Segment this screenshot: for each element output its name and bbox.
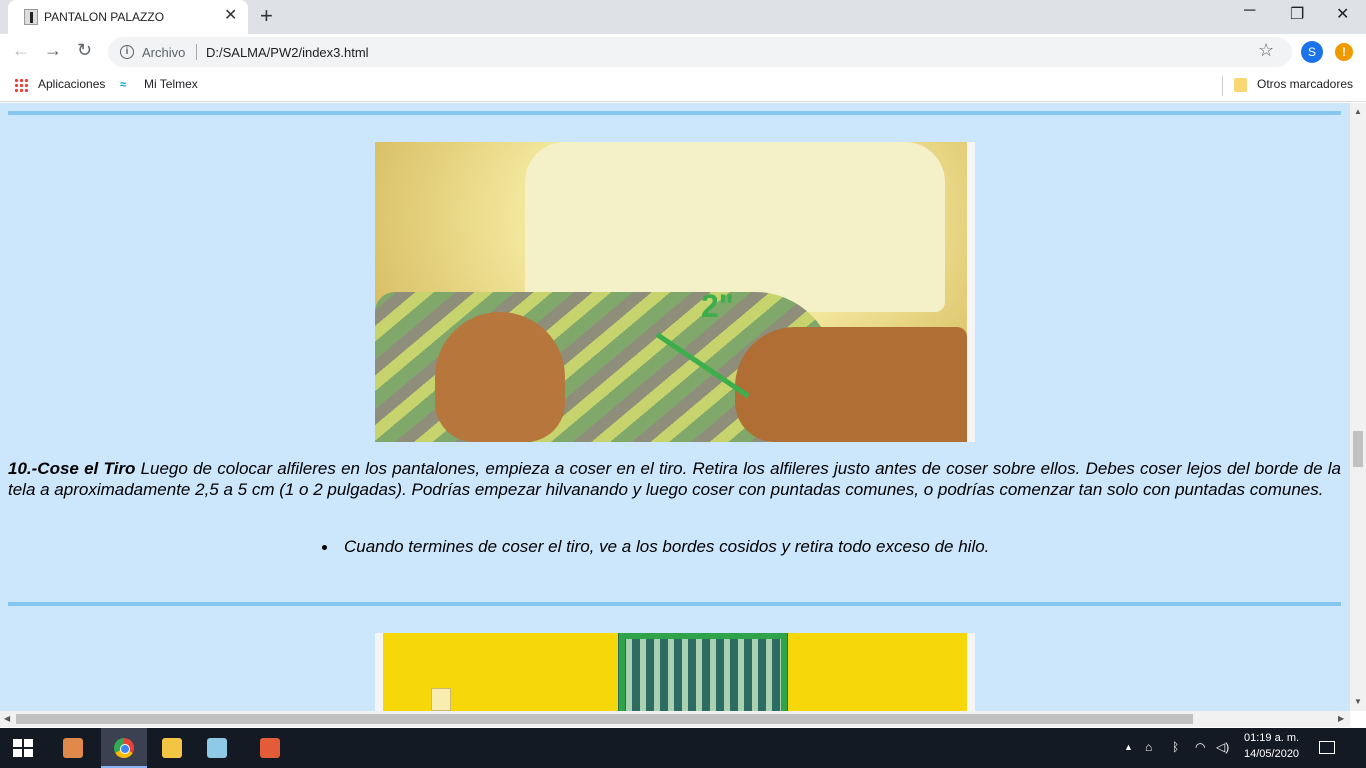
- site-info-icon[interactable]: i: [120, 45, 134, 59]
- omnibox-separator: [196, 44, 197, 60]
- tab-close-icon[interactable]: ✕: [224, 7, 237, 25]
- scroll-left-icon[interactable]: ◀: [4, 714, 10, 723]
- bookmarks-bar: Aplicaciones ≈ Mi Telmex Otros marcadore…: [0, 70, 1366, 102]
- tab-title: PANTALON PALAZZO: [44, 10, 165, 24]
- step-title: 10.-Cose el Tiro: [8, 459, 136, 478]
- bookmark-star-icon[interactable]: ☆: [1258, 40, 1274, 61]
- bullet-text: Cuando termines de coser el tiro, ve a l…: [344, 537, 990, 556]
- restore-button[interactable]: ❐: [1290, 4, 1304, 24]
- telmex-icon: ≈: [120, 79, 127, 91]
- volume-icon[interactable]: ◁): [1216, 740, 1229, 754]
- new-tab-button[interactable]: +: [260, 4, 273, 28]
- url-text[interactable]: D:/SALMA/PW2/index3.html: [206, 45, 369, 60]
- browser-toolbar: ← → ↻ i Archivo D:/SALMA/PW2/index3.html…: [0, 34, 1366, 70]
- sewing-machine: [525, 142, 945, 312]
- bullet-icon: [322, 545, 327, 550]
- horizontal-scroll-thumb[interactable]: [16, 714, 1193, 724]
- reload-button[interactable]: ↻: [77, 40, 92, 61]
- seam-allowance-label: 2": [701, 288, 734, 324]
- bookmark-other[interactable]: Otros marcadores: [1257, 77, 1353, 91]
- address-bar[interactable]: i Archivo D:/SALMA/PW2/index3.html ☆: [108, 37, 1292, 67]
- scheme-label: Archivo: [142, 45, 186, 60]
- next-step-photo: [375, 633, 975, 711]
- wall-outlet: [431, 688, 451, 711]
- bookmarks-divider: [1222, 76, 1223, 96]
- folder-icon: [1234, 78, 1247, 92]
- clock-date[interactable]: 14/05/2020: [1244, 748, 1299, 760]
- horizontal-rule: [8, 602, 1341, 606]
- wifi-icon[interactable]: ◠: [1195, 740, 1205, 754]
- apps-grid-icon[interactable]: [14, 78, 28, 92]
- horizontal-rule: [8, 111, 1341, 115]
- update-alert-icon[interactable]: !: [1335, 43, 1353, 61]
- vertical-scroll-thumb[interactable]: [1353, 431, 1363, 467]
- forward-button[interactable]: →: [44, 40, 62, 61]
- notepad-icon[interactable]: [194, 728, 240, 768]
- bookmark-telmex[interactable]: Mi Telmex: [144, 77, 198, 91]
- paint-icon[interactable]: [247, 728, 293, 768]
- scroll-down-icon[interactable]: ▼: [1354, 697, 1362, 706]
- bookmark-apps[interactable]: Aplicaciones: [38, 77, 105, 91]
- step-text: Luego de colocar alfileres en los pantal…: [8, 459, 1341, 499]
- file-explorer-icon[interactable]: [149, 728, 195, 768]
- vertical-scrollbar[interactable]: ▲ ▼: [1350, 103, 1366, 711]
- right-hand: [735, 327, 967, 442]
- browser-tab[interactable]: PANTALON PALAZZO ✕: [8, 0, 248, 34]
- network-plug-icon[interactable]: ⌂: [1145, 740, 1152, 754]
- step-paragraph: 10.-Cose el Tiro Luego de colocar alfile…: [8, 458, 1341, 500]
- profile-avatar[interactable]: S: [1301, 41, 1323, 63]
- horizontal-scrollbar[interactable]: ◀ ▶: [0, 711, 1350, 727]
- back-button[interactable]: ←: [12, 40, 30, 61]
- page-viewport: 2" 10.-Cose el Tiro Luego de colocar alf…: [0, 103, 1350, 711]
- scroll-up-icon[interactable]: ▲: [1354, 107, 1362, 116]
- left-hand: [435, 312, 565, 442]
- media-player-icon[interactable]: [50, 728, 96, 768]
- highlight-frame: [619, 633, 787, 711]
- tab-strip: PANTALON PALAZZO ✕ + ─ ❐ ✕: [0, 0, 1366, 34]
- notifications-icon[interactable]: [1319, 741, 1335, 754]
- minimize-button[interactable]: ─: [1244, 2, 1255, 20]
- chrome-icon[interactable]: [101, 728, 147, 768]
- scroll-right-icon[interactable]: ▶: [1338, 714, 1344, 723]
- clock-time[interactable]: 01:19 a. m.: [1244, 732, 1299, 744]
- start-button[interactable]: [13, 739, 33, 757]
- bluetooth-icon[interactable]: ᛒ: [1172, 740, 1179, 754]
- sewing-crotch-photo: 2": [375, 142, 975, 442]
- tray-expand-icon[interactable]: ▲: [1124, 742, 1133, 752]
- page-favicon-icon: [24, 9, 38, 25]
- close-window-button[interactable]: ✕: [1336, 4, 1349, 24]
- windows-taskbar: ▲ ⌂ ᛒ ◠ ◁) 01:19 a. m. 14/05/2020: [0, 728, 1366, 768]
